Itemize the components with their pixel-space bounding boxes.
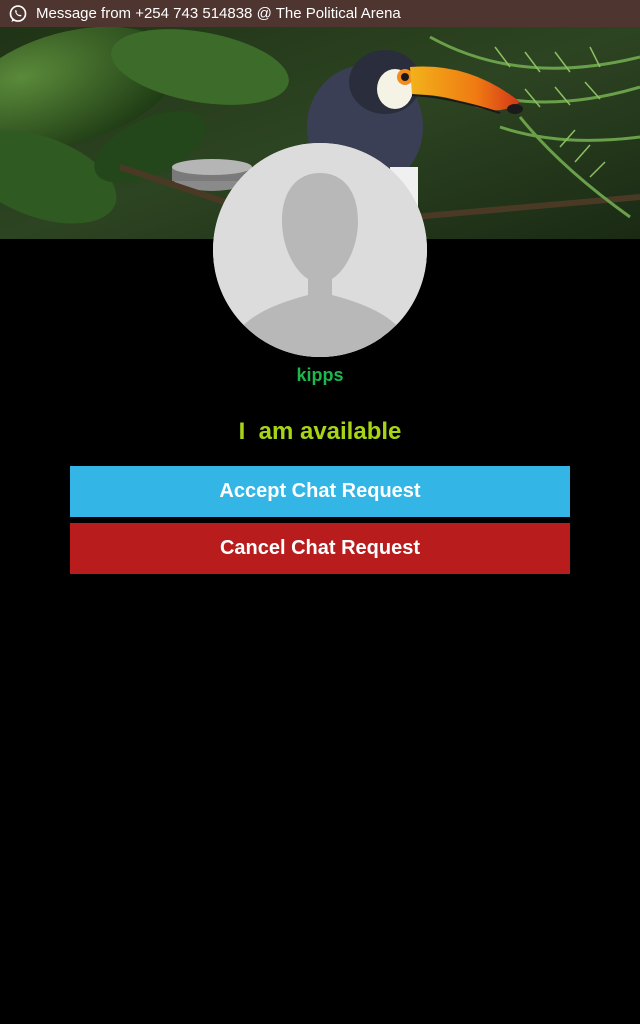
notification-bar[interactable]: Message from +254 743 514838 @ The Polit… <box>0 0 640 27</box>
accept-chat-button[interactable]: Accept Chat Request <box>70 466 570 517</box>
cancel-chat-button[interactable]: Cancel Chat Request <box>70 523 570 574</box>
username: kipps <box>296 365 344 385</box>
default-person-silhouette-icon <box>213 143 427 357</box>
notification-text: Message from +254 743 514838 @ The Polit… <box>36 5 401 22</box>
chat-request-screen: Message from +254 743 514838 @ The Polit… <box>0 0 640 1024</box>
status-text: I am available <box>238 418 402 445</box>
avatar[interactable] <box>213 143 427 357</box>
whatsapp-icon <box>9 4 27 22</box>
